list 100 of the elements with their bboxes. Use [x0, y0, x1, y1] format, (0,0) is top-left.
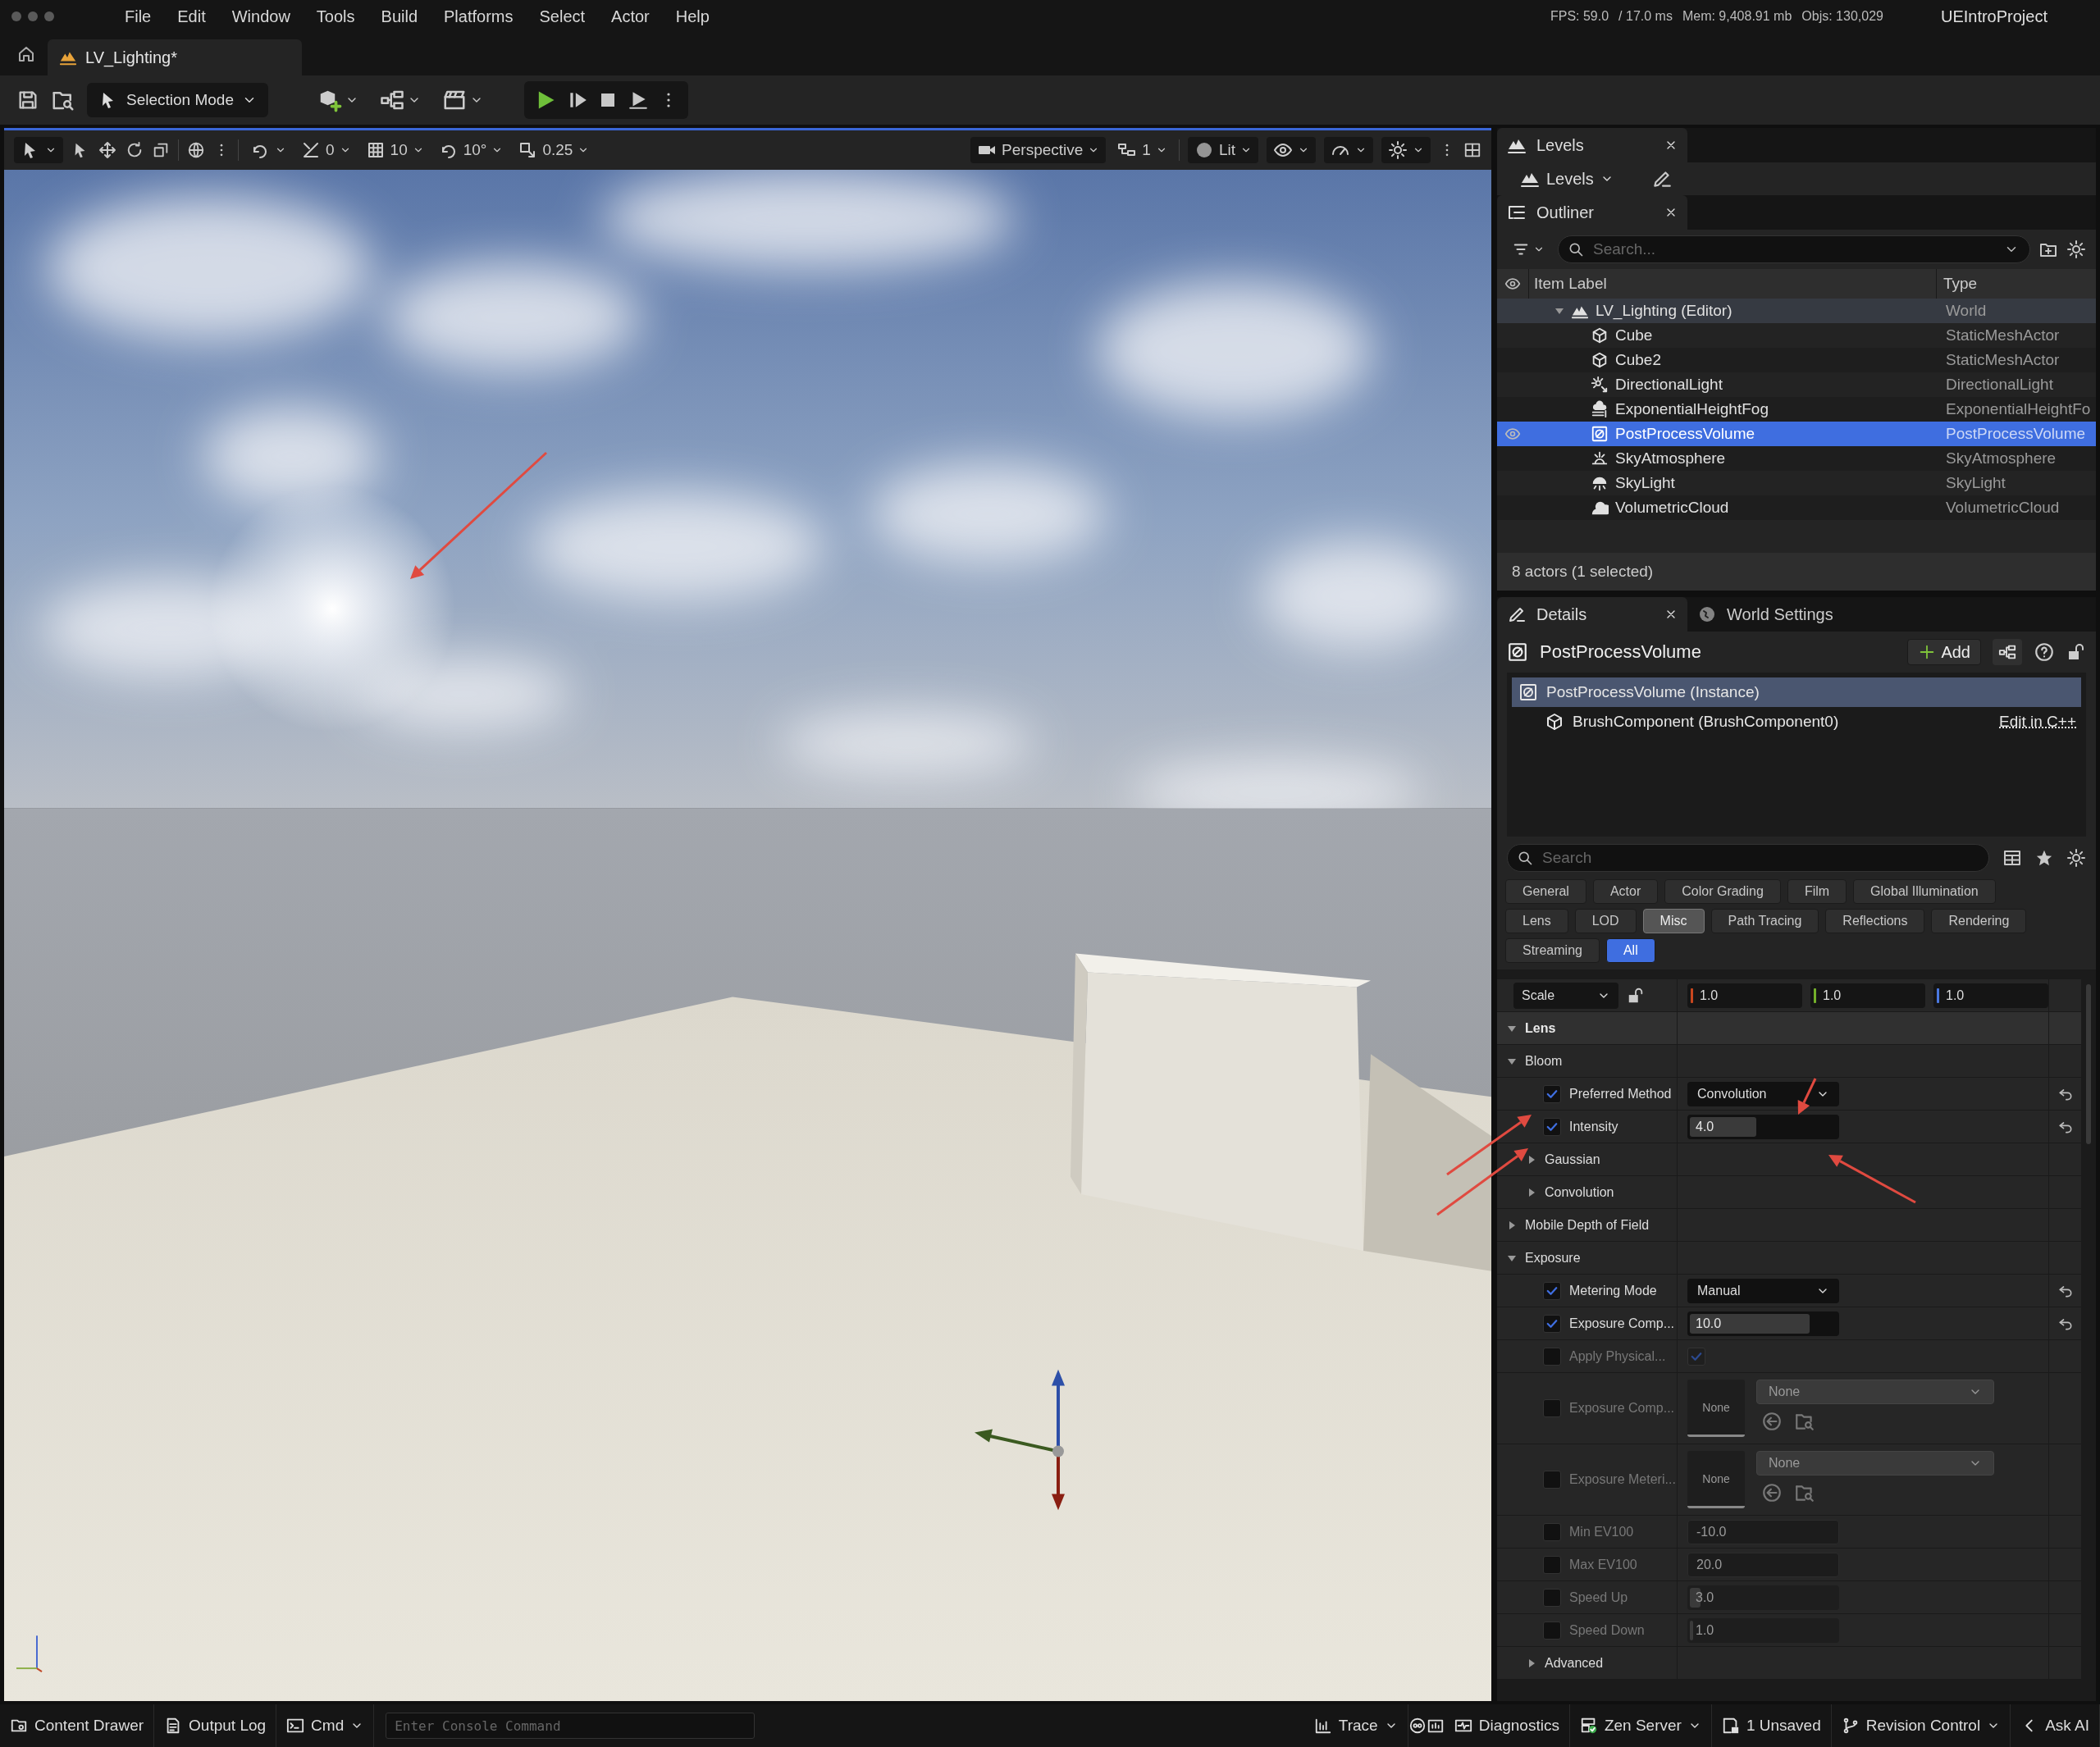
status-bar-button[interactable]: Cmd	[276, 1704, 375, 1747]
status-bar-button[interactable]: Diagnostics	[1444, 1704, 1570, 1747]
collapsed-arrow-icon[interactable]	[1507, 1220, 1517, 1230]
menu-item[interactable]: Help	[662, 3, 723, 30]
status-bar-button[interactable]: Output Log	[154, 1704, 277, 1747]
panel-tab[interactable]: Details	[1497, 597, 1687, 632]
collapsed-arrow-icon[interactable]	[1527, 1187, 1536, 1197]
number-field[interactable]: 1.0	[1687, 983, 1802, 1008]
mode-dropdown[interactable]: Selection Mode	[87, 83, 268, 117]
menu-item[interactable]: Build	[368, 3, 431, 30]
home-icon[interactable]	[16, 44, 36, 64]
status-bar-button[interactable]: Trace	[1303, 1704, 1408, 1747]
window-control-button[interactable]	[11, 11, 21, 21]
panel-tab[interactable]: World Settings	[1687, 597, 1843, 632]
filter-chip[interactable]: Actor	[1592, 879, 1659, 904]
viewport-option-button[interactable]: 0.25	[514, 137, 593, 163]
outliner-row[interactable]: Cube2 StaticMeshActor	[1497, 348, 2096, 372]
number-slider[interactable]: 3.0	[1687, 1585, 1839, 1610]
asset-thumbnail[interactable]: None	[1687, 1451, 1745, 1508]
menu-item[interactable]: Tools	[303, 3, 368, 30]
filter-chip[interactable]: Color Grading	[1664, 879, 1781, 904]
asset-dropdown[interactable]: None	[1756, 1380, 1994, 1404]
filter-chip[interactable]: Misc	[1642, 909, 1705, 933]
filter-chip[interactable]: General	[1505, 879, 1586, 904]
filter-chip[interactable]: Streaming	[1505, 938, 1600, 963]
settings-icon[interactable]	[2066, 239, 2086, 259]
checkbox[interactable]	[1543, 1471, 1561, 1489]
menu-item[interactable]: Edit	[164, 3, 219, 30]
checkbox[interactable]	[1543, 1588, 1561, 1607]
menu-item[interactable]: File	[112, 3, 165, 30]
outliner-row[interactable]: VolumetricCloud VolumetricCloud	[1497, 495, 2096, 520]
lock-icon[interactable]	[1627, 986, 1645, 1005]
number-field[interactable]: 1.0	[1933, 983, 2048, 1008]
outliner-row[interactable]: LV_Lighting (Editor) World	[1497, 299, 2096, 323]
panel-tab[interactable]: Levels	[1497, 128, 1687, 162]
add-button[interactable]: Add	[1907, 639, 1981, 665]
filter-chip[interactable]: Reflections	[1825, 909, 1925, 933]
filter-chip[interactable]: Lens	[1505, 909, 1568, 933]
filter-chip[interactable]: Film	[1787, 879, 1847, 904]
use-selected-icon[interactable]	[1761, 1411, 1783, 1432]
checkbox[interactable]	[1543, 1621, 1561, 1640]
status-bar-button[interactable]: Revision Control	[1831, 1704, 2011, 1747]
move-icon[interactable]	[98, 140, 117, 160]
collapsed-arrow-icon[interactable]	[1527, 1658, 1536, 1668]
number-field[interactable]: 20.0	[1687, 1552, 1839, 1577]
checkbox[interactable]	[1543, 1522, 1561, 1541]
document-tab[interactable]: LV_Lighting*	[48, 39, 302, 75]
search-field[interactable]: Search...	[1558, 235, 2030, 263]
lock-icon[interactable]	[2066, 642, 2086, 662]
checkbox[interactable]	[1543, 1117, 1561, 1136]
viewport-option-button[interactable]: 10°	[435, 137, 507, 163]
record-icon[interactable]	[1408, 1717, 1427, 1735]
window-control-button[interactable]	[28, 11, 38, 21]
edit-link[interactable]: Edit in C++	[1999, 713, 2076, 731]
outliner-row[interactable]: PostProcessVolume PostProcessVolume	[1497, 422, 2096, 446]
status-bar-button[interactable]: 1 Unsaved	[1711, 1704, 1832, 1747]
asset-thumbnail[interactable]: None	[1687, 1380, 1745, 1437]
outliner-row[interactable]: ExponentialHeightFog ExponentialHeightFo	[1497, 397, 2096, 422]
checkbox[interactable]	[1543, 1399, 1561, 1417]
filter-chip[interactable]: Rendering	[1931, 909, 2027, 933]
number-slider[interactable]: 1.0	[1687, 1617, 1839, 1643]
menu-item[interactable]: Actor	[598, 3, 663, 30]
filter-chip[interactable]: All	[1605, 938, 1655, 963]
status-bar-button[interactable]: Ask AI	[2011, 1704, 2100, 1747]
viewport-option-button[interactable]: Lit	[1187, 137, 1258, 163]
viewport-option-button[interactable]: 1	[1114, 137, 1171, 163]
value-dropdown[interactable]: Manual	[1687, 1278, 1839, 1303]
panes-icon[interactable]	[1463, 141, 1481, 159]
collapsed-arrow-icon[interactable]	[1527, 1154, 1536, 1165]
scale-icon[interactable]	[152, 141, 170, 159]
component-row[interactable]: BrushComponent (BrushComponent0) Edit in C++	[1512, 707, 2081, 737]
filter-chip[interactable]: Path Tracing	[1710, 909, 1819, 933]
menu-item[interactable]: Select	[526, 3, 599, 30]
panel-tab[interactable]: Outliner	[1497, 195, 1687, 230]
viewport-tool-button[interactable]	[14, 137, 63, 163]
filter-chip[interactable]: LOD	[1574, 909, 1637, 933]
settings-icon[interactable]	[2066, 848, 2086, 868]
checkbox[interactable]	[1687, 1347, 1705, 1366]
viewport-option-button[interactable]: Perspective	[970, 137, 1107, 163]
help-icon[interactable]	[2034, 641, 2055, 663]
checkbox[interactable]	[1543, 1084, 1561, 1103]
search-field[interactable]: Search	[1507, 844, 1989, 872]
menu-item[interactable]: Window	[218, 3, 304, 30]
checkbox[interactable]	[1543, 1347, 1561, 1366]
checkbox[interactable]	[1543, 1555, 1561, 1574]
viewport-tool-button[interactable]	[1324, 137, 1373, 163]
table-icon[interactable]	[2002, 848, 2022, 868]
menu-item[interactable]: Platforms	[431, 3, 527, 30]
viewport-option-button[interactable]: 10	[362, 137, 427, 163]
viewport-tool-button[interactable]	[1267, 137, 1316, 163]
transform-dropdown[interactable]: Scale	[1513, 982, 1618, 1009]
outliner-row[interactable]: SkyAtmosphere SkyAtmosphere	[1497, 446, 2096, 471]
checkbox[interactable]	[1543, 1314, 1561, 1333]
number-slider[interactable]: 10.0	[1687, 1311, 1839, 1336]
rotate-icon[interactable]	[126, 141, 144, 159]
scrollbar[interactable]	[2086, 984, 2091, 1144]
number-field[interactable]: 1.0	[1810, 983, 1925, 1008]
expanded-arrow-icon[interactable]	[1554, 306, 1564, 316]
levels-dropdown[interactable]: Levels	[1515, 168, 1618, 189]
checkbox[interactable]	[1543, 1281, 1561, 1300]
